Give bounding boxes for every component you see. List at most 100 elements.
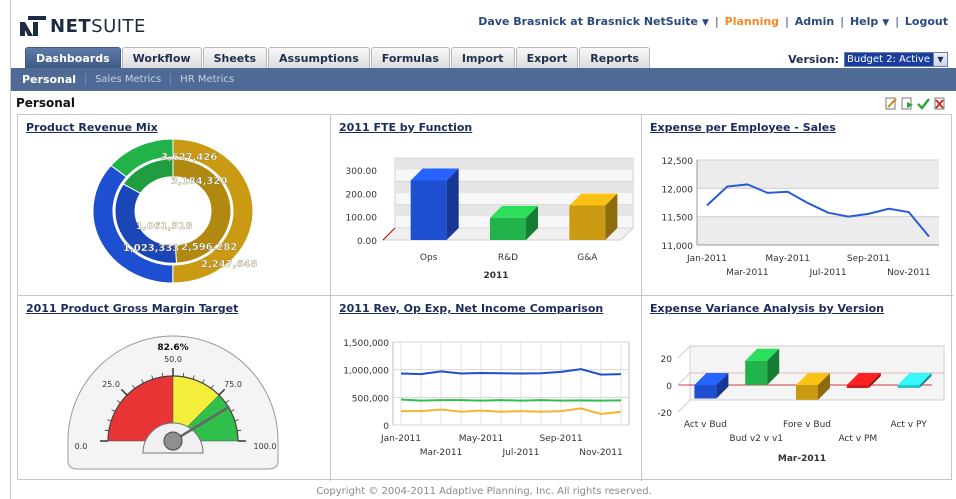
bar-side	[446, 168, 459, 240]
gridline	[677, 345, 691, 359]
x-tick-label: Sep-2011	[847, 254, 890, 264]
edit-icon[interactable]	[885, 97, 898, 110]
logo-text: NETSUITE	[50, 15, 146, 37]
x-tick-label: Mar-2011	[726, 268, 769, 278]
bar-chart-3d: 0.00 100.00 200.00 300.00 Ops R&D G&A 2011	[346, 157, 635, 281]
bar	[796, 385, 818, 400]
bar	[490, 217, 526, 240]
x-tick-label: Jul-2011	[809, 268, 847, 278]
multi-line-chart: 0 500,000 1,000,000 1,500,000 Jan-2011 May-20…	[343, 339, 630, 458]
gridline	[677, 372, 691, 386]
subnav-personal[interactable]: Personal	[22, 73, 85, 86]
panel-product-revenue-mix: Product Revenue Mix 3,627,426 3,184,320 1,…	[18, 115, 331, 296]
y-tick-label: 0	[666, 382, 672, 392]
tab-assumptions[interactable]: Assumptions	[268, 47, 370, 68]
grid-band	[697, 160, 939, 189]
grid-band	[697, 216, 939, 245]
chevron-down-icon[interactable]: ▼	[933, 53, 947, 66]
tab-dashboards[interactable]: Dashboards	[25, 47, 121, 68]
bar	[569, 205, 606, 240]
x-tick-label: Fore v Bud	[783, 420, 831, 430]
y-tick-label: 0	[383, 422, 389, 432]
x-tick-label: R&D	[498, 253, 518, 263]
data-label: 3,627,426	[161, 152, 217, 163]
data-label: 1,023,333	[123, 243, 179, 254]
x-tick-label: Act v Bud	[684, 420, 727, 430]
x-axis-label: Mar-2011	[778, 454, 826, 464]
sub-navigation: Personal Sales Metrics HR Metrics	[11, 68, 956, 91]
help-menu[interactable]: Help ▼	[850, 15, 889, 28]
planning-link[interactable]: Planning	[725, 15, 779, 28]
x-tick-label: Mar-2011	[420, 448, 463, 458]
data-label: 2,596,282	[181, 242, 237, 253]
gauge-tick-label: 75.0	[224, 380, 242, 389]
chevron-down-icon: ▼	[882, 18, 890, 28]
page-title: Personal	[16, 96, 75, 110]
panel-expense-per-employee: Expense per Employee - Sales 11,000 11,50…	[642, 115, 953, 296]
doughnut-hole	[135, 177, 211, 245]
y-tick-label: 1,500,000	[343, 339, 389, 349]
bar	[410, 180, 447, 240]
y-tick-label: 200.00	[346, 190, 378, 200]
gauge-chart: 0.0 25.0 50.0 75.0 100.0 82.6%	[67, 335, 279, 470]
bar	[694, 385, 717, 399]
data-label: 1,061,518	[136, 221, 192, 232]
panel-rev-opexp-comparison: 2011 Rev, Op Exp, Net Income Comparison …	[331, 296, 642, 481]
y-tick-label: -20	[657, 409, 672, 419]
version-label: Version:	[788, 53, 839, 66]
y-tick-label: 11,000	[662, 242, 694, 252]
app-window: NETSUITE Dave Brasnick at Brasnick NetSu…	[10, 0, 956, 499]
gridline	[677, 399, 691, 413]
bar	[897, 385, 920, 388]
export-icon[interactable]	[901, 97, 914, 110]
dashboard-grid: Product Revenue Mix 3,627,426 3,184,320 1,…	[17, 114, 953, 481]
x-tick-label: Jan-2011	[380, 434, 421, 444]
variance-bar-chart: -20 0 20 Act v BudBud v2 v v1Fore v Bud Act …	[657, 345, 945, 464]
version-select[interactable]: Budget 2: Active ▼	[844, 52, 948, 67]
panel-fte-by-function: 2011 FTE by Function 0.00 100.00 200.00 300…	[331, 115, 642, 296]
subnav-hr-metrics[interactable]: HR Metrics	[170, 74, 243, 85]
x-axis-label: 2011	[483, 271, 508, 281]
user-menu[interactable]: Dave Brasnick at Brasnick NetSuite ▼	[478, 15, 709, 28]
x-tick-label: Act v PY	[890, 420, 927, 430]
tab-reports[interactable]: Reports	[579, 47, 650, 68]
netsuite-logo-icon	[20, 16, 46, 36]
user-bar: Dave Brasnick at Brasnick NetSuite ▼ | Pl…	[478, 15, 948, 28]
x-tick-label: Ops	[420, 253, 438, 263]
version-value: Budget 2: Active	[845, 53, 933, 66]
x-tick-label: Nov-2011	[579, 448, 622, 458]
tab-sheets[interactable]: Sheets	[202, 47, 268, 68]
netsuite-logo[interactable]: NETSUITE	[20, 15, 146, 37]
tab-export[interactable]: Export	[515, 47, 579, 68]
gauge-tick-label: 100.0	[254, 442, 277, 451]
chevron-down-icon: ▼	[702, 18, 709, 28]
admin-link[interactable]: Admin	[795, 15, 834, 28]
x-tick-label: Bud v2 v v1	[729, 434, 783, 444]
y-tick-label: 11,500	[662, 214, 694, 224]
gauge-hub	[163, 431, 183, 451]
x-tick-label: Jul-2011	[501, 448, 539, 458]
y-tick-label: 20	[661, 355, 673, 365]
check-icon[interactable]	[917, 97, 930, 110]
tab-formulas[interactable]: Formulas	[370, 47, 450, 68]
tab-import[interactable]: Import	[450, 47, 515, 68]
y-tick-label: 500,000	[352, 394, 389, 404]
panel-expense-variance: Expense Variance Analysis by Version -20…	[642, 296, 953, 481]
delete-icon[interactable]	[933, 97, 946, 110]
y-tick-label: 100.00	[346, 214, 378, 224]
y-tick-label: 300.00	[346, 167, 378, 177]
line-chart: 11,000 11,500 12,000 12,500 Jan-2011 May-2011…	[662, 157, 939, 278]
bar	[846, 385, 869, 388]
gauge-tick-label: 0.0	[75, 442, 88, 451]
dashboard-toolbar	[885, 97, 946, 110]
subnav-sales-metrics[interactable]: Sales Metrics	[85, 74, 170, 85]
version-selector: Version: Budget 2: Active ▼	[788, 52, 948, 67]
x-tick-label: Nov-2011	[887, 268, 930, 278]
x-tick-label: Act v PM	[838, 434, 877, 444]
x-tick-label: May-2011	[765, 254, 810, 264]
gauge-tick-label: 25.0	[102, 380, 120, 389]
data-label: 3,184,320	[171, 176, 227, 187]
tab-workflow[interactable]: Workflow	[121, 47, 202, 68]
logout-link[interactable]: Logout	[905, 15, 948, 28]
x-tick-label: May-2011	[459, 434, 504, 444]
